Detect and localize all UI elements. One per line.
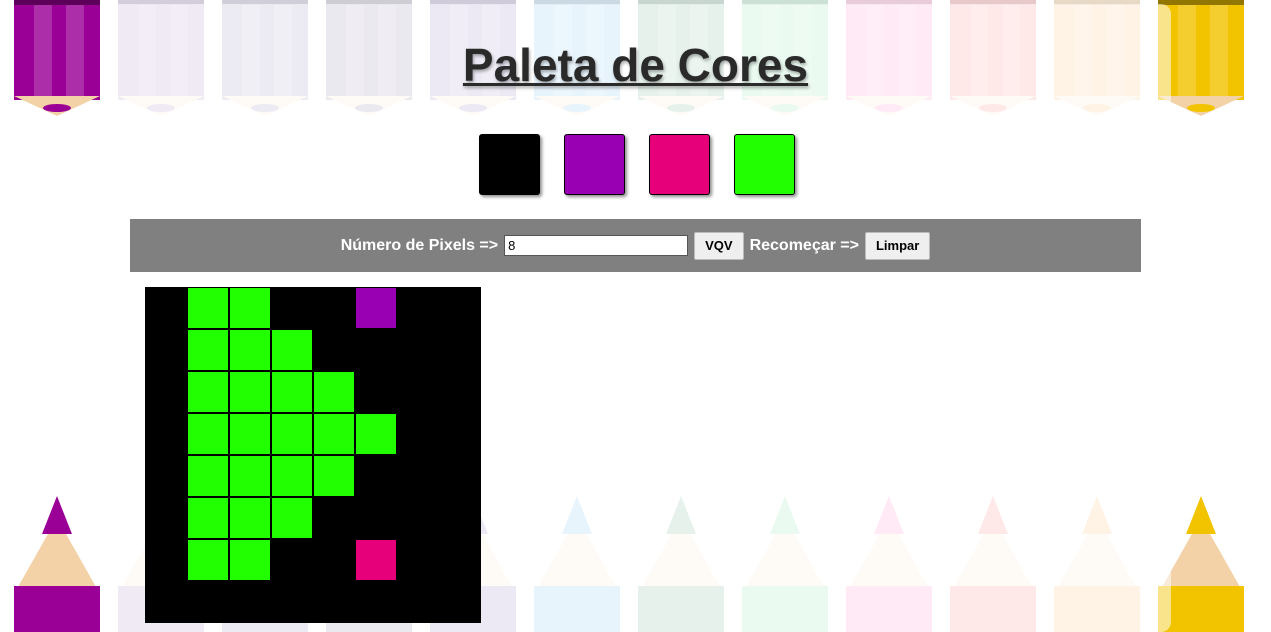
pixel-cell[interactable] — [230, 456, 270, 496]
pixel-cell[interactable] — [398, 330, 438, 370]
pixel-cell[interactable] — [146, 540, 186, 580]
pixel-cell[interactable] — [356, 330, 396, 370]
pixel-cell[interactable] — [146, 372, 186, 412]
pixel-cell[interactable] — [146, 330, 186, 370]
palette-color-purple[interactable] — [564, 134, 625, 195]
pixel-cell[interactable] — [272, 582, 312, 622]
pixel-cell[interactable] — [314, 498, 354, 538]
pixel-cell[interactable] — [356, 372, 396, 412]
palette-color-black[interactable] — [479, 134, 540, 195]
pixel-cell[interactable] — [146, 498, 186, 538]
palette-color-green[interactable] — [734, 134, 795, 195]
pixel-cell[interactable] — [398, 372, 438, 412]
pixel-cell[interactable] — [314, 582, 354, 622]
pixel-count-label: Número de Pixels => — [340, 236, 499, 254]
pixel-cell[interactable] — [146, 456, 186, 496]
pixel-cell[interactable] — [356, 414, 396, 454]
pixel-cell[interactable] — [188, 288, 228, 328]
pixel-cell[interactable] — [188, 582, 228, 622]
pixel-cell[interactable] — [146, 288, 186, 328]
pixel-cell[interactable] — [272, 540, 312, 580]
pixel-cell[interactable] — [230, 540, 270, 580]
pixel-cell[interactable] — [188, 456, 228, 496]
pixel-cell[interactable] — [398, 288, 438, 328]
pixel-cell[interactable] — [146, 582, 186, 622]
pixel-cell[interactable] — [272, 372, 312, 412]
pixel-cell[interactable] — [230, 372, 270, 412]
pixel-cell[interactable] — [230, 330, 270, 370]
pixel-cell[interactable] — [398, 498, 438, 538]
pixel-cell[interactable] — [398, 540, 438, 580]
pixel-cell[interactable] — [398, 582, 438, 622]
pixel-cell[interactable] — [440, 330, 480, 370]
pixel-cell[interactable] — [440, 288, 480, 328]
pixel-cell[interactable] — [440, 498, 480, 538]
pixel-cell[interactable] — [356, 498, 396, 538]
pixel-cell[interactable] — [188, 372, 228, 412]
pixel-cell[interactable] — [314, 330, 354, 370]
pixel-count-input[interactable] — [504, 235, 689, 256]
pencil-decoration — [14, 496, 100, 632]
pixel-cell[interactable] — [146, 414, 186, 454]
pixel-cell[interactable] — [440, 372, 480, 412]
pixel-cell[interactable] — [272, 498, 312, 538]
pixel-cell[interactable] — [356, 540, 396, 580]
pixel-cell[interactable] — [188, 540, 228, 580]
pixel-cell[interactable] — [440, 582, 480, 622]
pixel-cell[interactable] — [356, 456, 396, 496]
pixel-cell[interactable] — [188, 414, 228, 454]
page-title: Paleta de Cores — [462, 39, 809, 91]
pixel-cell[interactable] — [230, 414, 270, 454]
pixel-cell[interactable] — [230, 288, 270, 328]
pixel-cell[interactable] — [440, 540, 480, 580]
color-palette — [479, 134, 795, 195]
pixel-cell[interactable] — [398, 456, 438, 496]
pixel-cell[interactable] — [272, 330, 312, 370]
vqv-button[interactable]: VQV — [694, 231, 744, 260]
pixel-cell[interactable] — [272, 288, 312, 328]
pixel-cell[interactable] — [314, 456, 354, 496]
controls-bar: Número de Pixels => VQV Recomeçar => Lim… — [130, 219, 1141, 272]
pixel-cell[interactable] — [230, 498, 270, 538]
pixel-cell[interactable] — [314, 372, 354, 412]
pixel-cell[interactable] — [440, 414, 480, 454]
palette-color-magenta[interactable] — [649, 134, 710, 195]
pixel-board — [145, 287, 481, 623]
pixel-cell[interactable] — [314, 414, 354, 454]
pixel-cell[interactable] — [398, 414, 438, 454]
clear-board-button[interactable]: Limpar — [864, 231, 931, 260]
pixel-cell[interactable] — [272, 414, 312, 454]
reset-label: Recomeçar => — [749, 236, 859, 254]
pixel-cell[interactable] — [440, 456, 480, 496]
pixel-cell[interactable] — [356, 582, 396, 622]
pixel-cell[interactable] — [314, 540, 354, 580]
pixel-cell[interactable] — [188, 330, 228, 370]
pixel-cell[interactable] — [188, 498, 228, 538]
pixel-cell[interactable] — [314, 288, 354, 328]
pixel-cell[interactable] — [356, 288, 396, 328]
pixel-cell[interactable] — [230, 582, 270, 622]
pixel-cell[interactable] — [272, 456, 312, 496]
